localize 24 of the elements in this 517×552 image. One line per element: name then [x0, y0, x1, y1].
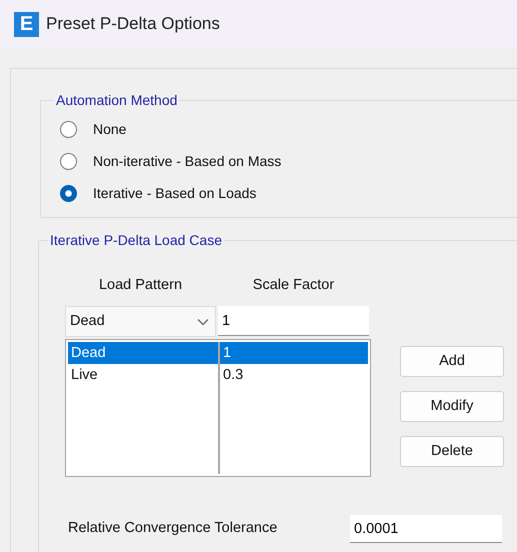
scale-factor-field[interactable]: 1	[218, 306, 369, 336]
radio-label[interactable]: None	[93, 118, 126, 140]
column-header: Load Pattern	[98, 276, 184, 295]
window-title: Preset P-Delta Options	[46, 13, 220, 36]
chevron-down-icon	[197, 318, 209, 326]
load-pattern-dropdown[interactable]: Dead	[65, 306, 216, 337]
action-button[interactable]: Modify	[400, 391, 504, 422]
list-item[interactable]: Dead	[68, 342, 218, 364]
radio-label[interactable]: Non-iterative - Based on Mass	[93, 150, 282, 172]
radio-button[interactable]	[60, 184, 77, 202]
list-item[interactable]: Live	[68, 364, 218, 386]
load-list[interactable]: Dead Live 1 0.3	[65, 339, 371, 477]
dropdown-value: Dead	[70, 312, 105, 331]
radio-button[interactable]	[60, 120, 77, 138]
list-item[interactable]: 1	[220, 342, 368, 364]
column-header: Scale Factor	[252, 276, 336, 295]
tolerance-field[interactable]: 0.0001	[350, 515, 502, 543]
list-item[interactable]: 0.3	[220, 364, 368, 386]
radio-label[interactable]: Iterative - Based on Loads	[93, 182, 256, 204]
radio-button[interactable]	[60, 152, 77, 170]
action-button[interactable]: Add	[400, 346, 504, 377]
action-button[interactable]: Delete	[400, 436, 504, 467]
tolerance-label: Relative Convergence Tolerance	[67, 519, 278, 538]
app-logo-icon: E	[14, 12, 39, 36]
